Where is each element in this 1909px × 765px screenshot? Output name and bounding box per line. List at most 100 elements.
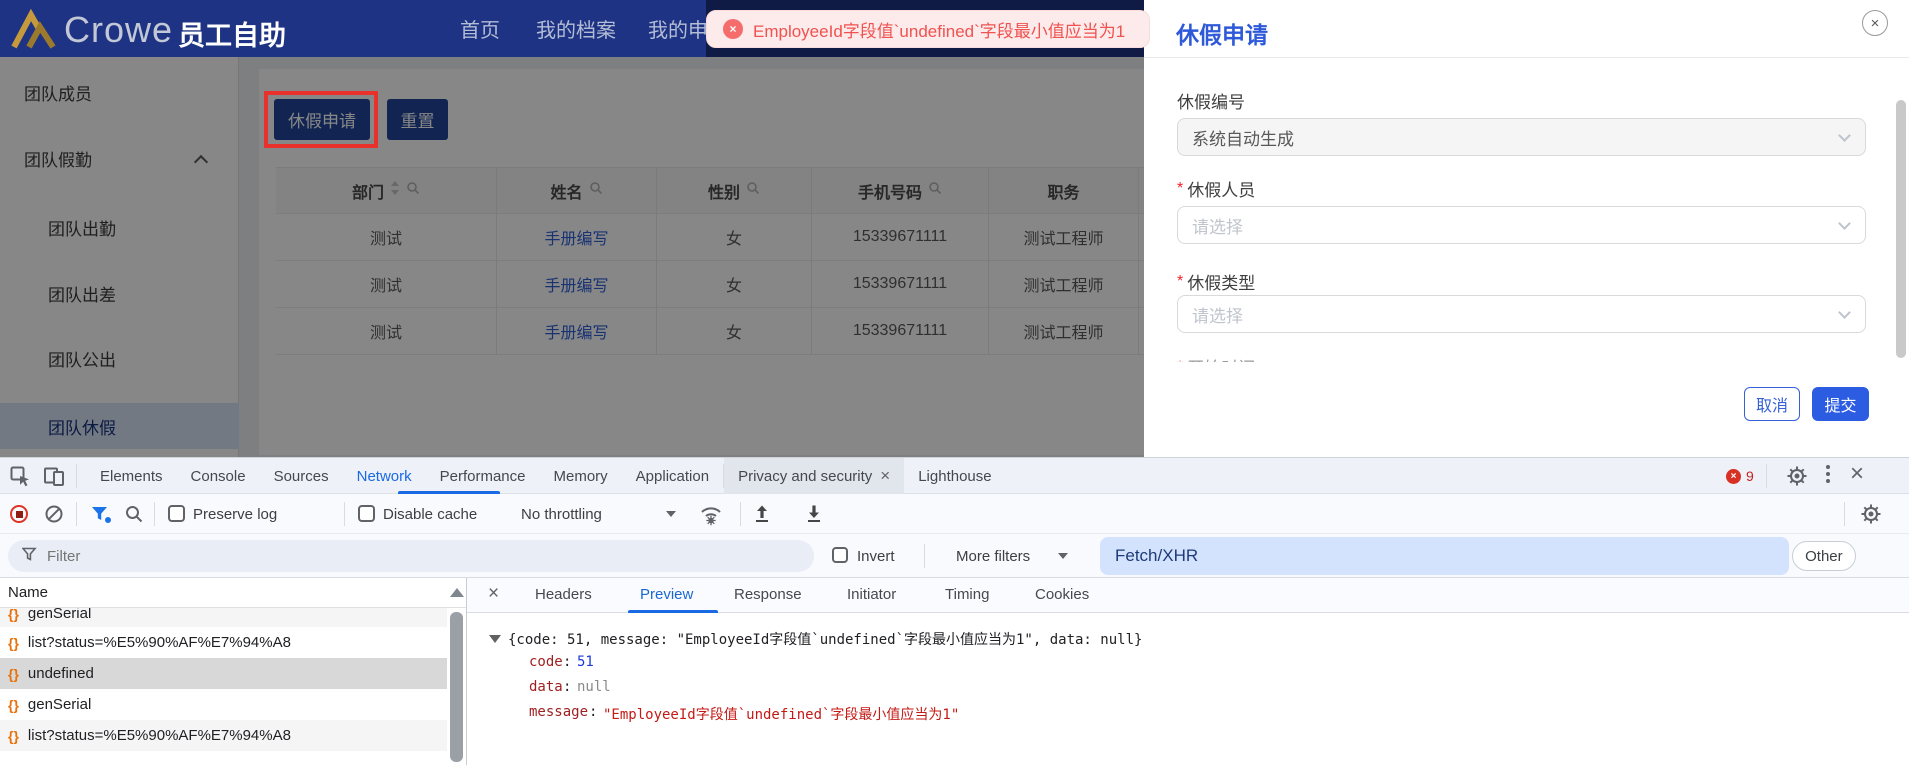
throttling-select[interactable]: No throttling bbox=[521, 506, 602, 523]
crowe-logo-icon bbox=[10, 8, 58, 55]
disable-cache-label: Disable cache bbox=[383, 506, 478, 523]
type-select[interactable]: 请选择 bbox=[1177, 295, 1866, 333]
inspect-icon[interactable] bbox=[8, 464, 32, 493]
request-row[interactable]: {} genSerial bbox=[0, 689, 447, 720]
chevron-down-icon bbox=[1838, 216, 1851, 230]
chip-other[interactable]: Other bbox=[1792, 541, 1856, 571]
json-icon: {} bbox=[8, 608, 19, 622]
details-tab-preview[interactable]: Preview bbox=[640, 586, 693, 603]
type-label-row: * 休假类型 bbox=[1177, 269, 1255, 294]
import-har-icon[interactable] bbox=[752, 504, 772, 529]
list-scrollbar-thumb[interactable] bbox=[450, 612, 463, 762]
request-row[interactable]: {} list?status=%E5%90%AF%E7%94%A8 bbox=[0, 627, 447, 658]
divider bbox=[344, 502, 345, 526]
leave-request-drawer: 休假申请 × 休假编号 系统自动生成 * 休假人员 请选择 * 休假类型 请选择… bbox=[1144, 0, 1909, 457]
close-tab-icon[interactable]: × bbox=[880, 466, 890, 486]
request-row-selected[interactable]: {} undefined bbox=[0, 658, 447, 689]
chevron-down-icon bbox=[1838, 128, 1851, 142]
nav-item-home[interactable]: 首页 bbox=[460, 0, 500, 57]
devtools-tab-elements[interactable]: Elements bbox=[86, 458, 177, 494]
preserve-log-checkbox[interactable] bbox=[168, 505, 185, 522]
person-label-row: * 休假人员 bbox=[1177, 176, 1255, 201]
more-filters-button[interactable]: More filters bbox=[956, 548, 1030, 565]
expand-arrow-icon[interactable] bbox=[489, 635, 501, 643]
error-toast: × EmployeeId字段值`undefined`字段最小值应当为1 bbox=[706, 10, 1150, 48]
request-row[interactable]: {} list?status=%E5%90%AF%E7%94%A8 bbox=[0, 720, 447, 751]
devtools-tab-lighthouse[interactable]: Lighthouse bbox=[904, 458, 1005, 494]
divider bbox=[740, 502, 741, 526]
details-tab-cookies[interactable]: Cookies bbox=[1035, 586, 1089, 603]
devtools-tab-memory[interactable]: Memory bbox=[540, 458, 622, 494]
chip-fetch-xhr[interactable]: Fetch/XHR bbox=[1100, 537, 1789, 575]
device-toolbar-icon[interactable] bbox=[42, 464, 66, 493]
details-tab-timing[interactable]: Timing bbox=[945, 586, 989, 603]
filter-input-pill bbox=[8, 540, 814, 572]
network-filter-bar: Invert More filters All Fetch/XHR Doc CS… bbox=[0, 534, 1909, 578]
error-count-badge[interactable]: × 9 bbox=[1726, 468, 1754, 484]
divider bbox=[76, 464, 77, 488]
required-asterisk: * bbox=[1177, 179, 1184, 197]
devtools-close-icon[interactable]: × bbox=[1850, 460, 1864, 488]
nav-item-profile[interactable]: 我的档案 bbox=[536, 0, 616, 57]
request-row-clipped[interactable]: {} genSerial bbox=[0, 608, 447, 627]
request-list: Name {} genSerial {} list?status=%E5%90%… bbox=[0, 578, 467, 765]
brand-text: Crowe bbox=[64, 9, 174, 50]
drawer-title: 休假申请 bbox=[1176, 22, 1268, 48]
devtools-tab-console[interactable]: Console bbox=[177, 458, 260, 494]
devtools-tab-application[interactable]: Application bbox=[622, 458, 723, 494]
divider bbox=[76, 502, 77, 526]
required-asterisk: * bbox=[1177, 272, 1184, 290]
serial-label: 休假编号 bbox=[1177, 93, 1245, 112]
json-value-string: "EmployeeId字段值`undefined`字段最小值应当为1" bbox=[603, 707, 960, 723]
network-settings-gear-icon[interactable] bbox=[1860, 503, 1882, 530]
devtools-tab-network[interactable]: Network bbox=[343, 458, 426, 494]
drawer-close-icon[interactable]: × bbox=[1862, 10, 1888, 36]
disable-cache-checkbox[interactable] bbox=[358, 505, 375, 522]
annotation-highlight-box bbox=[264, 91, 378, 148]
filter-funnel-icon bbox=[21, 547, 37, 566]
drawer-scrollbar-thumb[interactable] bbox=[1896, 100, 1906, 358]
json-summary[interactable]: {code: 51, message: "EmployeeId字段值`undef… bbox=[508, 629, 1142, 649]
filter-input[interactable] bbox=[47, 547, 747, 565]
person-label: 休假人员 bbox=[1187, 181, 1256, 200]
chevron-down-icon bbox=[1838, 305, 1851, 319]
filter-funnel-icon[interactable] bbox=[90, 504, 112, 529]
devtools-tab-sources[interactable]: Sources bbox=[260, 458, 343, 494]
toast-message: EmployeeId字段值`undefined`字段最小值应当为1 bbox=[753, 21, 1126, 41]
details-close-icon[interactable]: × bbox=[488, 583, 499, 605]
app-title: 员工自助 bbox=[178, 21, 286, 51]
details-tab-bar: × Headers Preview Response Initiator Tim… bbox=[467, 578, 1909, 613]
devtools-tab-privacy[interactable]: Privacy and security × bbox=[724, 458, 905, 494]
kebab-menu-icon[interactable] bbox=[1826, 465, 1830, 483]
json-icon: {} bbox=[8, 665, 19, 682]
error-circle-icon: × bbox=[723, 19, 743, 39]
scrollbar-up-icon[interactable] bbox=[450, 588, 464, 597]
divider bbox=[1144, 57, 1909, 58]
json-key: data bbox=[529, 679, 563, 695]
clear-icon[interactable] bbox=[44, 504, 64, 529]
error-circle-icon: × bbox=[1726, 468, 1741, 484]
dropdown-arrow-icon bbox=[1058, 553, 1068, 559]
details-tab-headers[interactable]: Headers bbox=[535, 586, 592, 603]
details-tab-initiator[interactable]: Initiator bbox=[847, 586, 896, 603]
invert-checkbox[interactable] bbox=[832, 547, 848, 563]
network-conditions-icon[interactable] bbox=[698, 502, 724, 531]
devtools-panel: Elements Console Sources Network Perform… bbox=[0, 457, 1909, 765]
divider bbox=[924, 544, 925, 568]
settings-gear-icon[interactable] bbox=[1786, 465, 1808, 492]
details-tab-response[interactable]: Response bbox=[734, 586, 802, 603]
json-icon: {} bbox=[8, 727, 19, 744]
preview-json: {code: 51, message: "EmployeeId字段值`undef… bbox=[467, 613, 1909, 765]
cancel-button[interactable]: 取消 bbox=[1744, 387, 1800, 421]
record-icon[interactable] bbox=[10, 505, 28, 523]
divider bbox=[1766, 464, 1767, 488]
export-har-icon[interactable] bbox=[804, 504, 824, 529]
serial-select[interactable]: 系统自动生成 bbox=[1177, 118, 1866, 156]
request-list-header[interactable]: Name bbox=[0, 578, 467, 608]
screen: Crowe 员工自助 首页 我的档案 我的申请 团队成员 团队假勤 团队出勤 团… bbox=[0, 0, 1909, 765]
person-select[interactable]: 请选择 bbox=[1177, 206, 1866, 244]
request-type-chips: All Fetch/XHR Doc CSS JS Font Img Media … bbox=[1100, 537, 1856, 575]
devtools-tab-performance[interactable]: Performance bbox=[426, 458, 540, 494]
search-icon[interactable] bbox=[124, 504, 144, 529]
submit-button[interactable]: 提交 bbox=[1812, 387, 1869, 421]
